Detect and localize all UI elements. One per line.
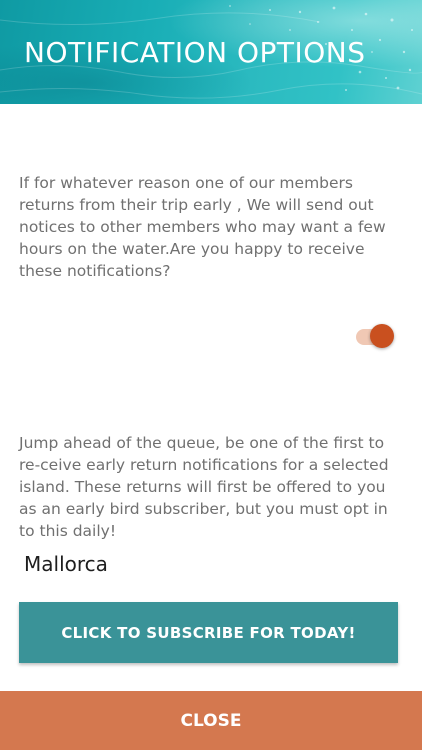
toggle-thumb — [370, 324, 394, 348]
subscribe-today-button[interactable]: CLICK TO SUBSCRIBE FOR TODAY! — [19, 602, 398, 663]
early-return-description: If for whatever reason one of our member… — [19, 174, 386, 280]
close-button[interactable]: CLOSE — [0, 691, 422, 750]
header-banner: NOTIFICATION OPTIONS — [0, 0, 422, 104]
selected-island-select[interactable]: Mallorca — [24, 552, 108, 576]
priority-subscription-description: Jump ahead of the queue, be one of the f… — [19, 434, 389, 540]
page-title: NOTIFICATION OPTIONS — [24, 36, 366, 69]
notification-options-screen: NOTIFICATION OPTIONS If for whatever rea… — [0, 0, 422, 750]
early-return-notifications-toggle[interactable] — [356, 322, 396, 352]
